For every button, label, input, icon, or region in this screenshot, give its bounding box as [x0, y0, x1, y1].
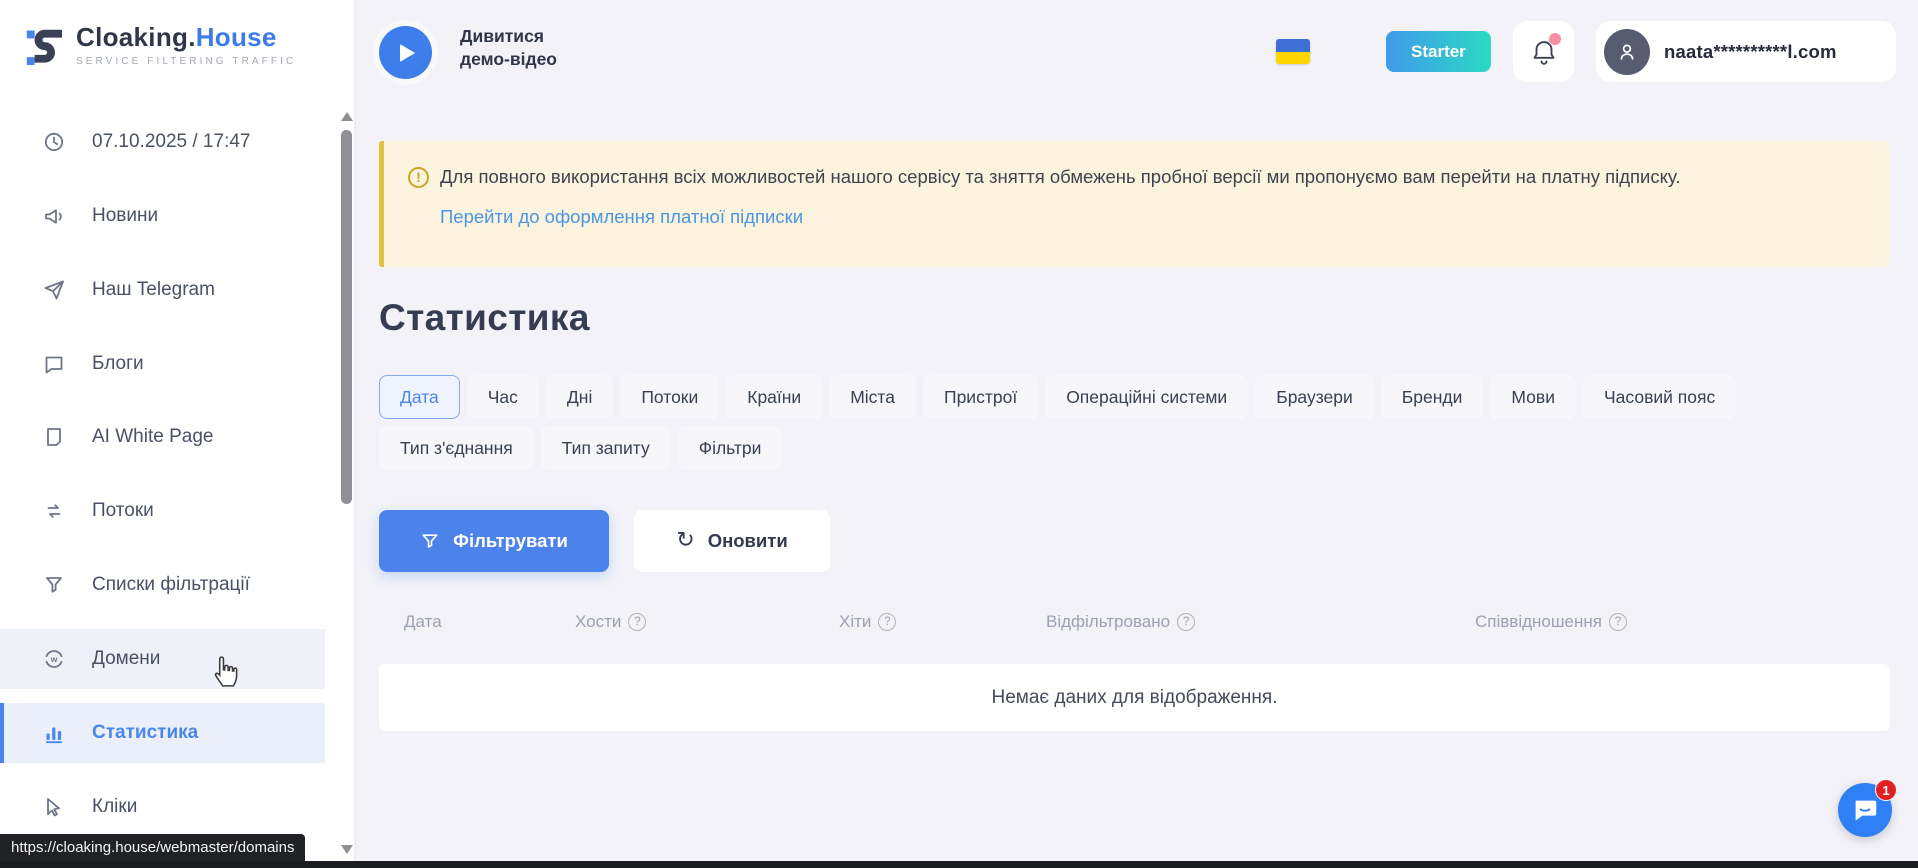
- chat-smile-icon: [1850, 795, 1880, 825]
- sidebar-item-label: Статистика: [92, 722, 198, 744]
- tab-browsers[interactable]: Браузери: [1255, 375, 1374, 419]
- clock-icon: [42, 130, 66, 154]
- sidebar-item-statistics[interactable]: Статистика: [0, 703, 325, 763]
- bar-chart-icon: [42, 721, 66, 745]
- tab-filters[interactable]: Фільтри: [678, 426, 783, 470]
- funnel-icon: [42, 573, 66, 597]
- tab-streams[interactable]: Потоки: [620, 375, 719, 419]
- brand-name: Cloaking.House: [76, 24, 296, 50]
- stats-table-header: Дата Хости Хіти Відфільтровано Співвідно…: [379, 612, 1890, 646]
- warning-icon: !: [408, 167, 429, 188]
- sidebar-item-filter-lists[interactable]: Списки фільтрації: [0, 555, 325, 615]
- plan-starter-button[interactable]: Starter: [1386, 31, 1491, 72]
- column-header-filtered: Відфільтровано: [1046, 612, 1195, 632]
- sidebar-item-news[interactable]: Новини: [0, 186, 325, 246]
- filter-button[interactable]: Фільтрувати: [379, 510, 609, 572]
- help-icon[interactable]: [1609, 613, 1627, 631]
- tab-days[interactable]: Дні: [546, 375, 613, 419]
- brand-tagline: SERVICE FILTERING TRAFFIC: [76, 56, 296, 67]
- refresh-button[interactable]: ↻ Оновити: [634, 510, 830, 572]
- sidebar-item-label: 07.10.2025 / 17:47: [92, 131, 250, 153]
- tab-countries[interactable]: Країни: [726, 375, 822, 419]
- brand-logo[interactable]: Cloaking.House SERVICE FILTERING TRAFFIC: [26, 24, 296, 70]
- tab-request-type[interactable]: Тип запиту: [541, 426, 671, 470]
- sidebar-scroll-up-arrow[interactable]: [341, 112, 353, 121]
- stat-filter-tabs-row1: Дата Час Дні Потоки Країни Міста Пристро…: [379, 375, 1859, 419]
- brand-logo-icon: [26, 24, 62, 70]
- tab-date[interactable]: Дата: [379, 375, 460, 419]
- user-account-button[interactable]: naata**********l.com: [1596, 21, 1896, 82]
- banner-text: Для повного використання всіх можливосте…: [440, 165, 1830, 189]
- help-icon[interactable]: [628, 613, 646, 631]
- tab-languages[interactable]: Мови: [1490, 375, 1576, 419]
- user-email: naata**********l.com: [1664, 41, 1837, 63]
- sidebar-item-label: Потоки: [92, 500, 154, 522]
- page-title: Статистика: [379, 297, 590, 339]
- funnel-icon: [420, 531, 440, 551]
- app-root: { "brand": { "name_primary": "Cloaking."…: [0, 0, 1918, 868]
- sidebar-item-ai-white-page[interactable]: AI White Page: [0, 407, 325, 467]
- paper-plane-icon: [42, 278, 66, 302]
- sidebar-scrollbar-thumb[interactable]: [341, 130, 352, 504]
- sidebar-item-domains[interactable]: w Домени: [0, 629, 325, 689]
- page-icon: [42, 425, 66, 449]
- demo-video-play-button[interactable]: [379, 26, 432, 79]
- empty-state-row: Немає даних для відображення.: [379, 664, 1890, 731]
- chat-bubble-icon: [42, 352, 66, 376]
- tab-time[interactable]: Час: [467, 375, 539, 419]
- domain-globe-icon: w: [42, 647, 66, 671]
- demo-video-label[interactable]: Дивитися демо-відео: [460, 25, 557, 71]
- sidebar-item-label: AI White Page: [92, 426, 213, 448]
- refresh-icon: ↻: [676, 530, 694, 552]
- sidebar: Cloaking.House SERVICE FILTERING TRAFFIC…: [0, 0, 354, 868]
- sidebar-item-telegram[interactable]: Наш Telegram: [0, 260, 325, 320]
- sidebar-item-label: Наш Telegram: [92, 279, 215, 301]
- tab-brands[interactable]: Бренди: [1381, 375, 1484, 419]
- chat-unread-badge: 1: [1875, 779, 1897, 801]
- tab-cities[interactable]: Міста: [829, 375, 916, 419]
- sidebar-item-label: Списки фільтрації: [92, 574, 250, 596]
- sidebar-item-blogs[interactable]: Блоги: [0, 334, 325, 394]
- actions-row: Фільтрувати ↻ Оновити: [379, 510, 830, 572]
- svg-text:w: w: [50, 654, 58, 664]
- window-bottom-edge: [0, 861, 1918, 868]
- notification-unread-dot: [1549, 33, 1561, 45]
- column-header-ratio: Співвідношення: [1475, 612, 1627, 632]
- sidebar-item-datetime: 07.10.2025 / 17:47: [0, 112, 325, 172]
- tab-devices[interactable]: Пристрої: [923, 375, 1038, 419]
- column-header-date: Дата: [404, 612, 442, 632]
- chat-widget-button[interactable]: 1: [1838, 783, 1892, 837]
- arrows-cycle-icon: [42, 499, 66, 523]
- sidebar-item-label: Домени: [92, 648, 160, 670]
- column-header-hits: Хіти: [839, 612, 896, 632]
- column-header-hosts: Хости: [575, 612, 646, 632]
- sidebar-item-clicks[interactable]: Кліки: [0, 777, 325, 837]
- tab-operating-systems[interactable]: Операційні системи: [1045, 375, 1248, 419]
- sidebar-item-streams[interactable]: Потоки: [0, 481, 325, 541]
- sidebar-scroll-down-arrow[interactable]: [341, 845, 353, 854]
- tab-connection-type[interactable]: Тип з'єднання: [379, 426, 534, 470]
- play-icon: [400, 44, 415, 62]
- avatar: [1604, 29, 1650, 75]
- stat-filter-tabs-row2: Тип з'єднання Тип запиту Фільтри: [379, 426, 1859, 470]
- link-preview-statusbar: https://cloaking.house/webmaster/domains: [0, 834, 305, 861]
- tab-timezone[interactable]: Часовий пояс: [1583, 375, 1736, 419]
- sidebar-item-label: Блоги: [92, 353, 144, 375]
- megaphone-icon: [42, 204, 66, 228]
- cursor-icon: [42, 795, 66, 819]
- sidebar-item-label: Кліки: [92, 796, 137, 818]
- help-icon[interactable]: [878, 613, 896, 631]
- notifications-button[interactable]: [1513, 21, 1574, 82]
- person-icon: [1614, 39, 1640, 65]
- ukraine-flag-language-switcher[interactable]: [1276, 39, 1310, 64]
- help-icon[interactable]: [1177, 613, 1195, 631]
- trial-warning-banner: ! Для повного використання всіх можливос…: [379, 141, 1890, 267]
- subscribe-link[interactable]: Перейти до оформлення платної підписки: [440, 206, 803, 228]
- empty-state-text: Немає даних для відображення.: [992, 687, 1278, 709]
- sidebar-item-label: Новини: [92, 205, 158, 227]
